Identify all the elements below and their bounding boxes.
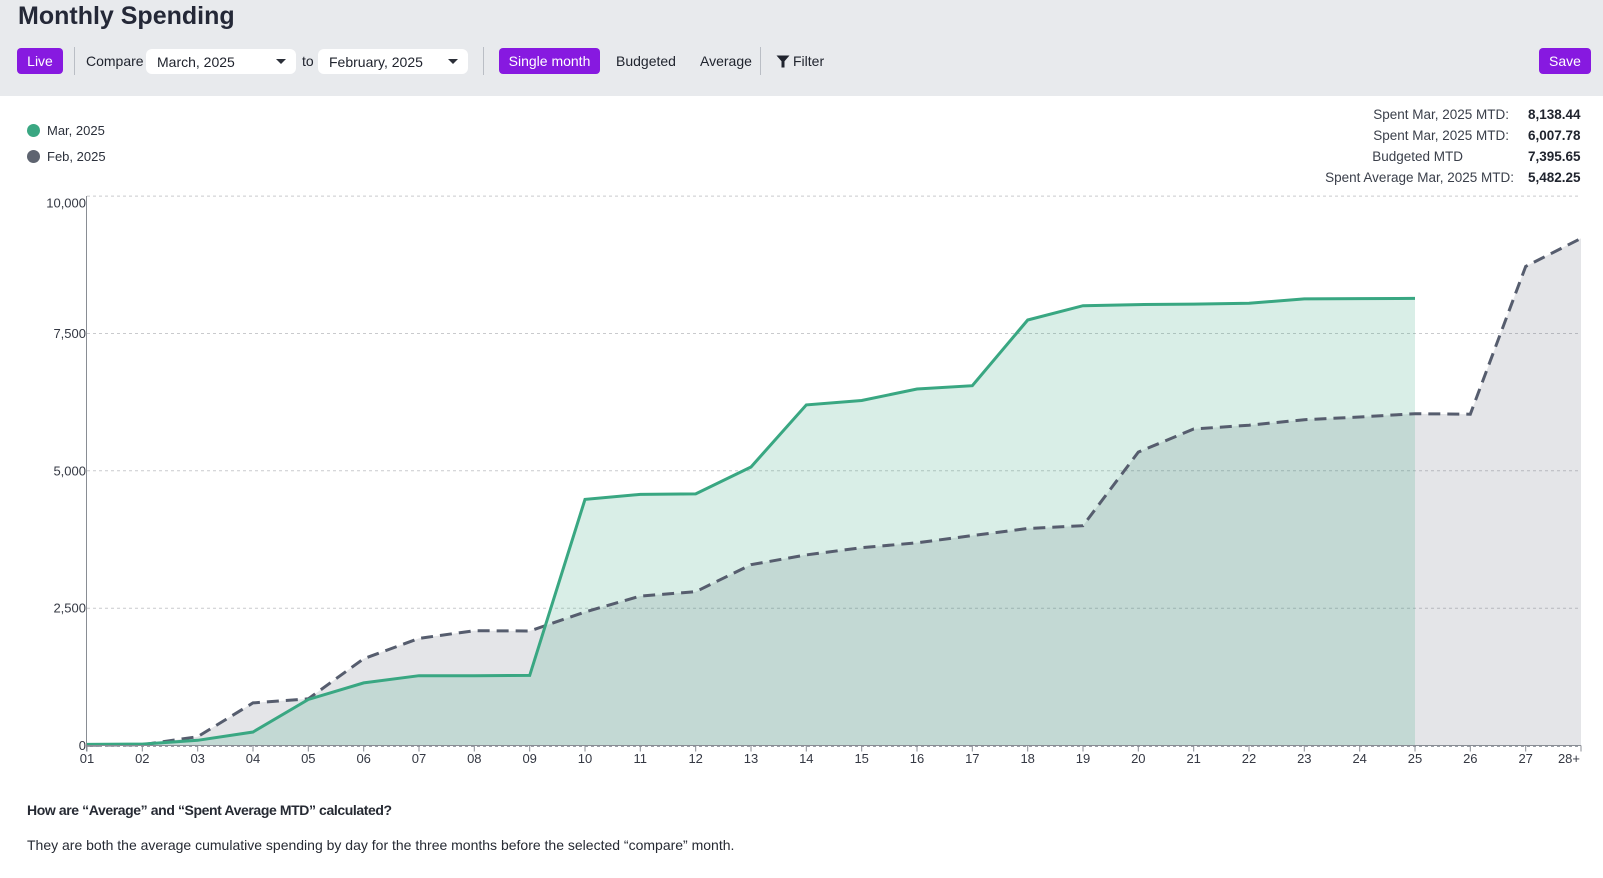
svg-text:16: 16 (910, 751, 924, 766)
svg-text:27: 27 (1518, 751, 1532, 766)
svg-text:28+: 28+ (1558, 751, 1580, 766)
svg-text:20: 20 (1131, 751, 1145, 766)
svg-text:23: 23 (1297, 751, 1311, 766)
svg-text:05: 05 (301, 751, 315, 766)
svg-text:2,500: 2,500 (53, 601, 86, 616)
svg-text:7,500: 7,500 (53, 326, 86, 341)
svg-text:24: 24 (1352, 751, 1366, 766)
svg-text:11: 11 (634, 751, 648, 766)
svg-text:21: 21 (1186, 751, 1200, 766)
svg-text:26: 26 (1463, 751, 1477, 766)
svg-text:17: 17 (965, 751, 979, 766)
svg-text:06: 06 (356, 751, 370, 766)
svg-text:01: 01 (80, 751, 94, 766)
svg-text:12: 12 (688, 751, 702, 766)
svg-text:5,000: 5,000 (53, 463, 86, 478)
svg-text:19: 19 (1076, 751, 1090, 766)
svg-text:10,000: 10,000 (46, 196, 86, 211)
svg-text:22: 22 (1242, 751, 1256, 766)
svg-text:09: 09 (522, 751, 536, 766)
svg-text:03: 03 (190, 751, 204, 766)
svg-text:15: 15 (854, 751, 868, 766)
svg-text:02: 02 (135, 751, 149, 766)
svg-text:07: 07 (412, 751, 426, 766)
svg-text:10: 10 (578, 751, 592, 766)
svg-text:13: 13 (744, 751, 758, 766)
svg-text:14: 14 (799, 751, 813, 766)
svg-text:25: 25 (1408, 751, 1422, 766)
svg-text:18: 18 (1020, 751, 1034, 766)
svg-text:04: 04 (246, 751, 260, 766)
svg-text:08: 08 (467, 751, 481, 766)
